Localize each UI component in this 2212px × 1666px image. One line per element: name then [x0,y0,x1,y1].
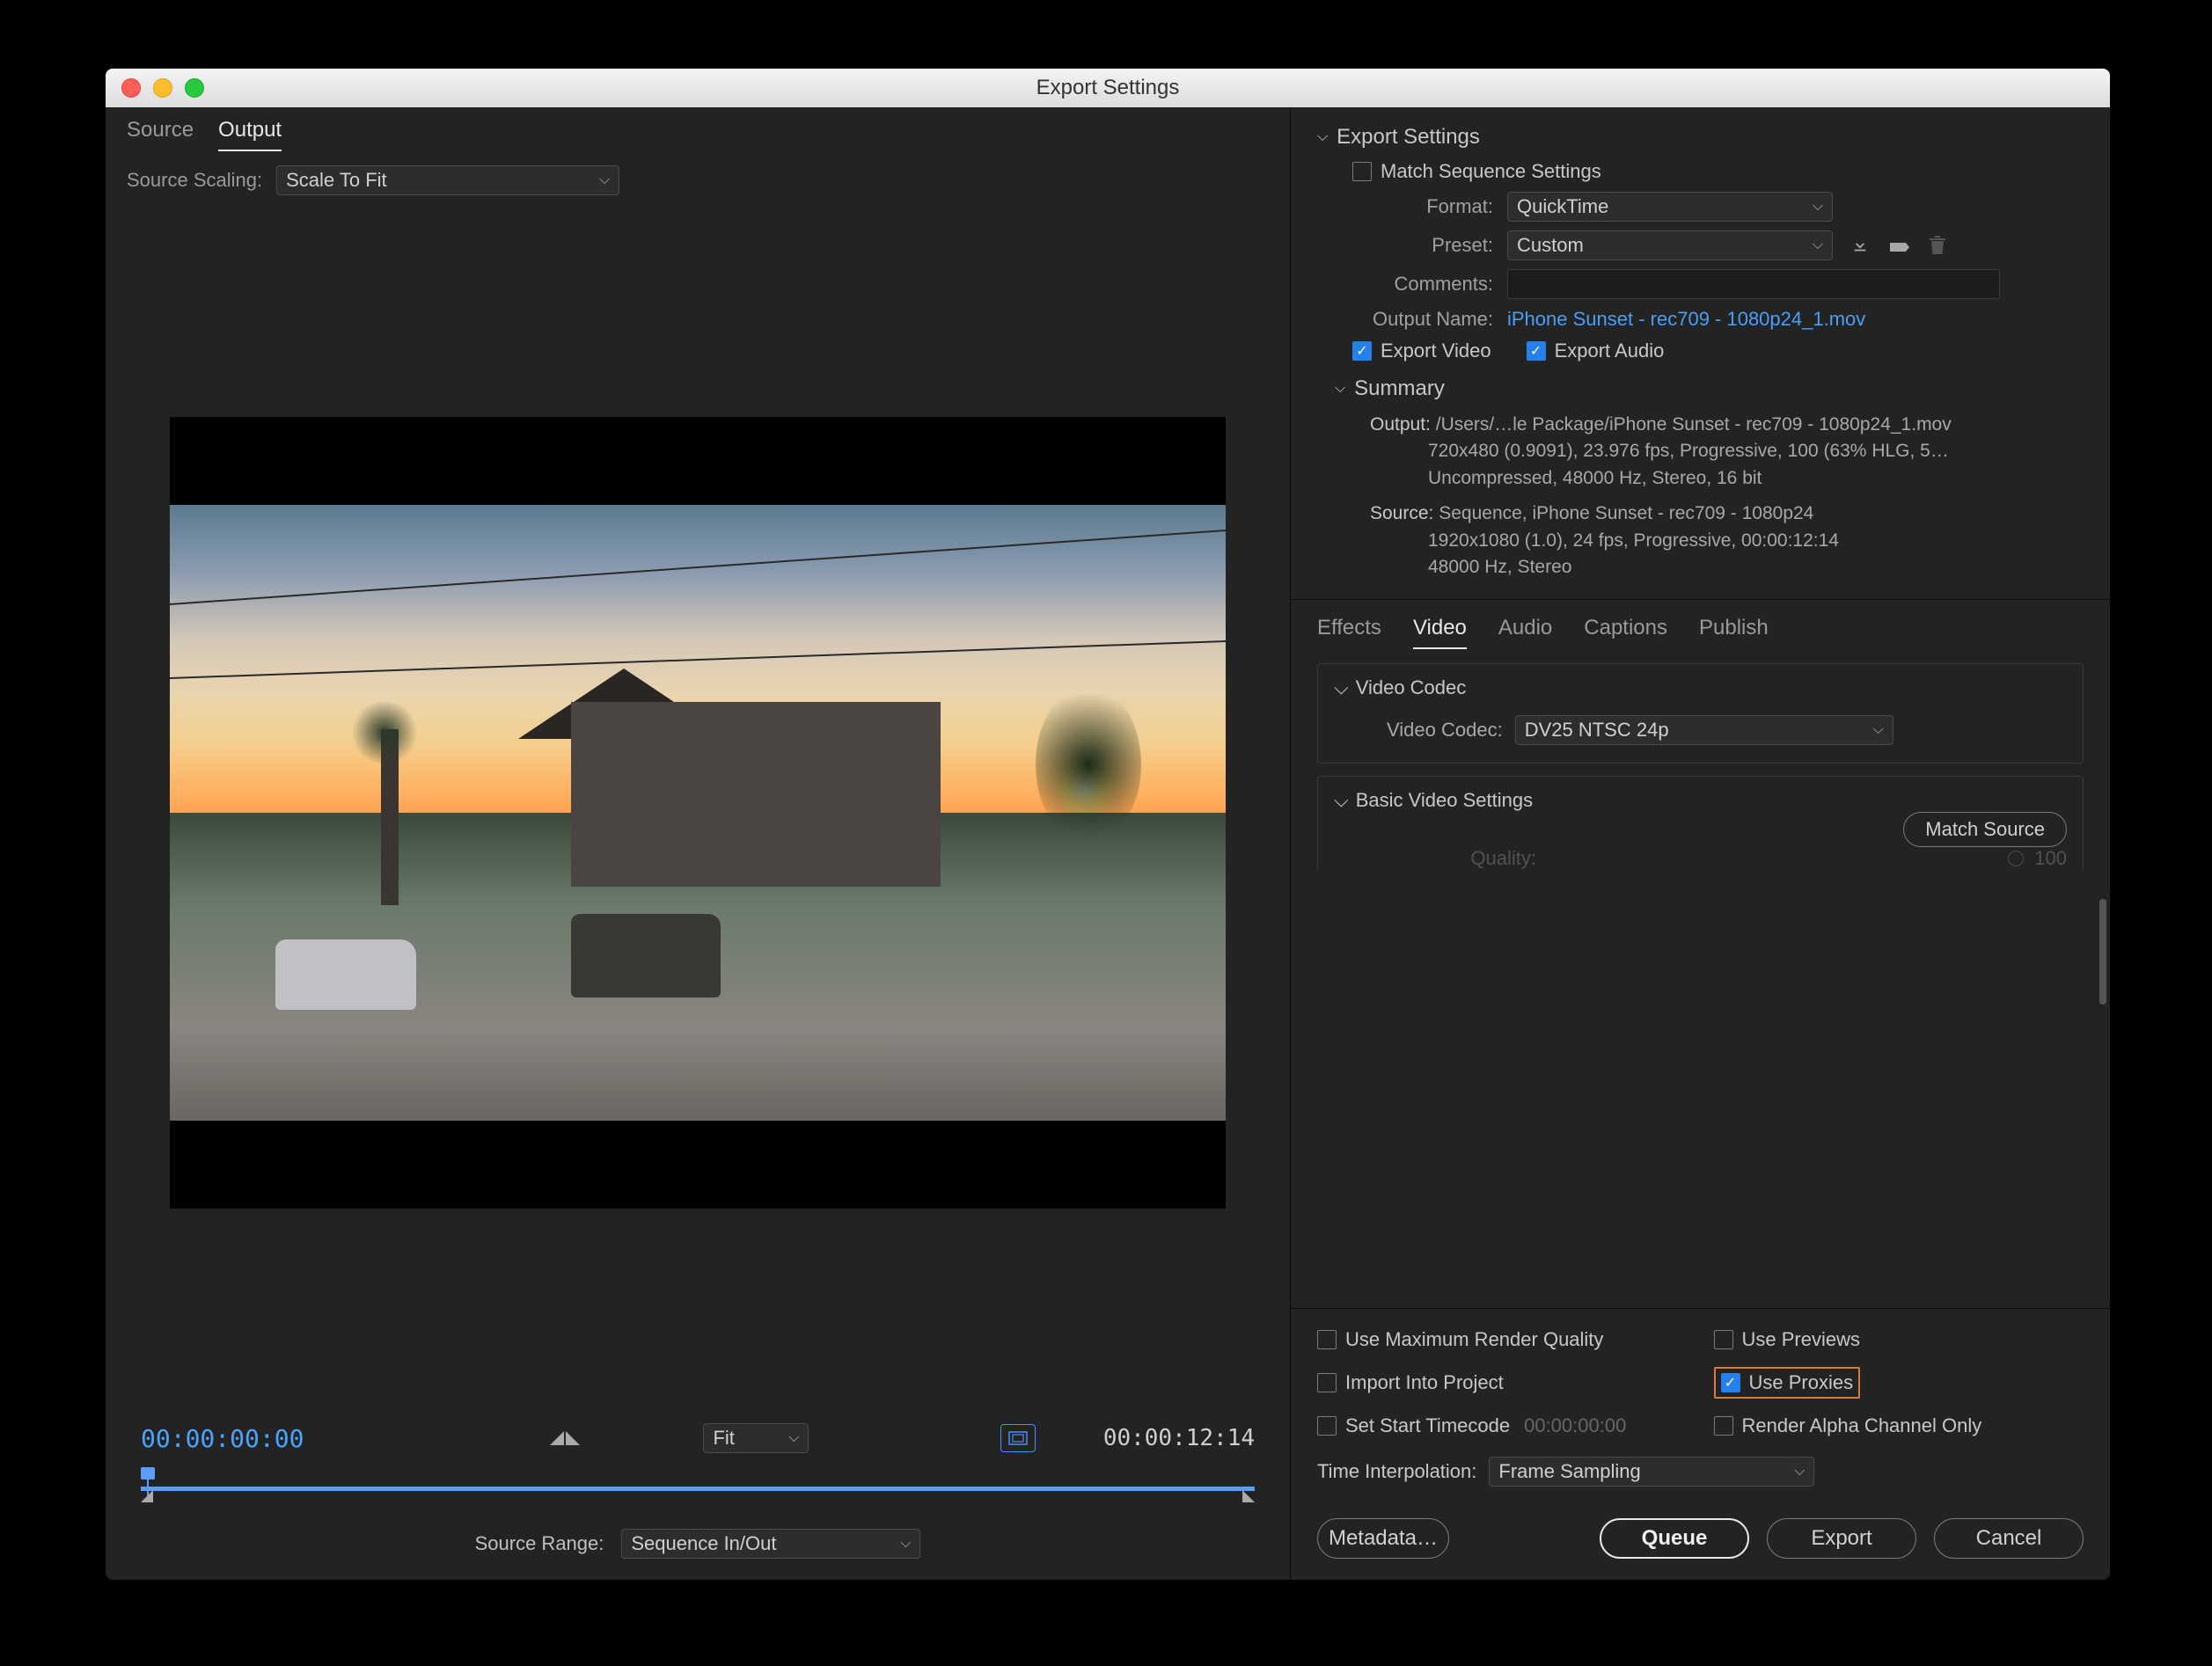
export-video-label: Export Video [1381,340,1491,362]
tab-publish[interactable]: Publish [1699,616,1769,649]
video-codec-value: DV25 NTSC 24p [1525,719,1669,742]
use-proxies-label: Use Proxies [1749,1371,1854,1394]
render-alpha-checkbox[interactable] [1714,1416,1733,1436]
preset-select[interactable]: Custom ⌵ [1507,230,1833,260]
scrollbar[interactable] [2099,899,2106,1005]
chevron-down-icon: ⌵ [788,1430,799,1446]
preset-label: Preset: [1352,234,1493,257]
titlebar: Export Settings [106,69,2110,107]
chevron-down-icon: ⌵ [599,172,610,188]
bottom-options: Use Maximum Render Quality Use Previews … [1291,1308,2110,1580]
chevron-down-icon: ⌵ [1813,237,1823,253]
format-value: QuickTime [1517,195,1608,218]
timeline-out-marker[interactable] [1242,1490,1255,1502]
export-audio-label: Export Audio [1555,340,1665,362]
export-settings-header[interactable]: ⌵ Export Settings [1317,125,2084,150]
summary-title: Summary [1354,376,1445,401]
summary-output: Output: /Users/…le Package/iPhone Sunset… [1370,412,2084,492]
zoom-select[interactable]: Fit ⌵ [703,1423,809,1453]
source-scaling-label: Source Scaling: [127,169,262,192]
video-codec-header[interactable]: ⌵ Video Codec [1334,676,2067,699]
duration-timecode: 00:00:12:14 [1103,1425,1255,1451]
save-preset-icon[interactable] [1847,234,1873,257]
settings-pane: ⌵ Export Settings Match Sequence Setting… [1290,107,2110,1580]
source-range-label: Source Range: [475,1532,604,1555]
quality-label: Quality: [1387,847,1536,870]
import-project-label: Import Into Project [1345,1371,1504,1394]
window-title: Export Settings [106,76,2110,100]
metadata-button[interactable]: Metadata… [1317,1518,1449,1559]
match-source-button[interactable]: Match Source [1903,812,2067,847]
chevron-down-icon: ⌵ [900,1536,911,1552]
preview-frame [170,505,1226,1121]
video-codec-title: Video Codec [1356,676,1467,699]
start-timecode-label: Set Start Timecode [1345,1414,1510,1437]
comments-input[interactable] [1507,269,2000,299]
video-codec-select[interactable]: DV25 NTSC 24p ⌵ [1515,715,1893,745]
basic-video-title: Basic Video Settings [1356,789,1533,812]
source-range-select[interactable]: Sequence In/Out ⌵ [621,1529,920,1559]
format-label: Format: [1352,195,1493,218]
use-proxies-checkbox[interactable]: ✓ [1721,1373,1740,1392]
match-sequence-label: Match Sequence Settings [1381,160,1601,183]
match-sequence-checkbox[interactable] [1352,162,1372,181]
source-scaling-value: Scale To Fit [286,169,387,192]
start-timecode-checkbox[interactable] [1317,1416,1337,1436]
tab-output[interactable]: Output [218,118,282,151]
current-timecode[interactable]: 00:00:00:00 [141,1424,304,1453]
tab-captions[interactable]: Captions [1584,616,1667,649]
export-settings-title: Export Settings [1337,125,1480,150]
mark-out-icon[interactable] [566,1431,580,1445]
format-select[interactable]: QuickTime ⌵ [1507,192,1833,222]
start-timecode-value: 00:00:00:00 [1524,1414,1626,1437]
output-name-label: Output Name: [1329,308,1493,331]
max-quality-label: Use Maximum Render Quality [1345,1328,1603,1351]
caret-down-icon: ⌵ [1334,789,1349,812]
quality-slider-thumb [2008,851,2024,866]
source-scaling-select[interactable]: Scale To Fit ⌵ [276,165,619,195]
export-audio-checkbox[interactable]: ✓ [1527,341,1546,361]
caret-down-icon: ⌵ [1335,381,1345,397]
import-preset-icon[interactable] [1886,234,1912,257]
use-previews-checkbox[interactable] [1714,1330,1733,1349]
video-codec-label: Video Codec: [1387,719,1503,742]
chevron-down-icon: ⌵ [1813,199,1823,215]
source-range-value: Sequence In/Out [631,1532,776,1555]
export-video-checkbox[interactable]: ✓ [1352,341,1372,361]
summary-source: Source: Sequence, iPhone Sunset - rec709… [1370,501,2084,581]
use-previews-label: Use Previews [1742,1328,1860,1351]
preview-pane: Source Output Source Scaling: Scale To F… [106,107,1290,1580]
tab-video[interactable]: Video [1413,616,1467,649]
summary-header[interactable]: ⌵ Summary [1335,376,2084,401]
cancel-button[interactable]: Cancel [1934,1518,2084,1559]
quality-value: 100 [2034,847,2067,870]
preset-value: Custom [1517,234,1584,257]
caret-down-icon: ⌵ [1334,676,1349,699]
export-button[interactable]: Export [1767,1518,1916,1559]
export-settings-window: Export Settings Source Output Source Sca… [106,69,2110,1580]
tab-source[interactable]: Source [127,118,194,151]
time-interpolation-label: Time Interpolation: [1317,1460,1476,1483]
import-project-checkbox[interactable] [1317,1373,1337,1392]
basic-video-header[interactable]: ⌵ Basic Video Settings [1334,789,2067,812]
max-quality-checkbox[interactable] [1317,1330,1337,1349]
output-name-link[interactable]: iPhone Sunset - rec709 - 1080p24_1.mov [1507,308,1865,331]
tab-audio[interactable]: Audio [1498,616,1552,649]
mark-in-icon[interactable] [550,1431,564,1445]
comments-label: Comments: [1352,273,1493,296]
tab-effects[interactable]: Effects [1317,616,1381,649]
aspect-ratio-button[interactable] [1000,1424,1036,1452]
time-interpolation-value: Frame Sampling [1498,1460,1640,1483]
queue-button[interactable]: Queue [1600,1518,1749,1559]
chevron-down-icon: ⌵ [1873,722,1884,738]
timeline[interactable] [141,1467,1255,1502]
time-interpolation-select[interactable]: Frame Sampling ⌵ [1489,1457,1814,1487]
delete-preset-icon [1924,234,1951,257]
timeline-in-marker[interactable] [141,1490,153,1502]
caret-down-icon: ⌵ [1317,129,1328,145]
zoom-value: Fit [713,1427,734,1450]
chevron-down-icon: ⌵ [1794,1464,1805,1480]
video-preview [170,417,1226,1209]
render-alpha-label: Render Alpha Channel Only [1742,1414,1982,1437]
